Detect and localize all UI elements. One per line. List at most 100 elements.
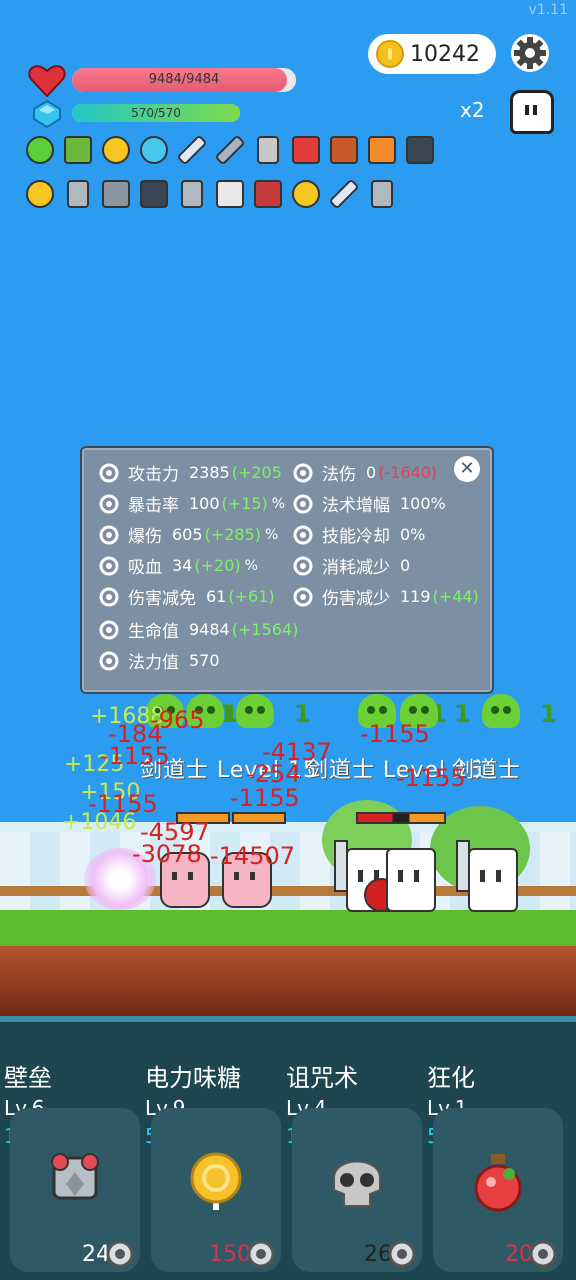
knight-enemy [386, 848, 436, 912]
damage-number: -1155 [360, 720, 430, 748]
crossed-swords-icon [99, 494, 119, 513]
gear-icon[interactable] [388, 1240, 416, 1268]
boot-icon[interactable] [290, 134, 322, 166]
sword-icon[interactable] [328, 178, 360, 210]
gear-icon[interactable] [247, 1240, 275, 1268]
stat-name: 技能冷却 [322, 527, 390, 547]
sword-icon[interactable] [176, 134, 208, 166]
stat-unit: % [264, 526, 279, 543]
gear-icon[interactable] [529, 1240, 557, 1268]
hp-text: 9484/9484 [148, 72, 220, 87]
damage-number: -254 [246, 760, 301, 788]
spellbook-icon[interactable] [138, 178, 170, 210]
gem-icon[interactable] [138, 134, 170, 166]
stat-name: 法力值 [128, 653, 179, 673]
settings-gear-icon[interactable] [510, 33, 550, 73]
coin-icon [376, 40, 404, 68]
skill-name: 电力味糖 [145, 1064, 241, 1092]
stat-value: 61 [206, 587, 227, 606]
hook-icon[interactable] [214, 178, 246, 210]
sun-icon[interactable] [290, 178, 322, 210]
stat-health: 生命值 9484 (+1564) [98, 617, 298, 642]
lightning-icon [293, 494, 313, 513]
skill-card-4[interactable]: 20 [433, 1108, 563, 1272]
stat-value: 570 [189, 651, 220, 670]
stat-name: 法伤 [322, 465, 356, 485]
skill-card-3[interactable]: 26 [292, 1108, 422, 1272]
stat-name: 暴击率 [128, 496, 179, 516]
vampire-skull-icon [99, 556, 119, 575]
stat-crit-rate: 暴击率 100 (+15)% [98, 491, 285, 516]
dagger-icon[interactable] [214, 134, 246, 166]
viking-helmet-icon[interactable] [100, 178, 132, 210]
spellbook-icon[interactable] [404, 134, 436, 166]
knight-enemy [468, 848, 518, 912]
shield-icon[interactable] [328, 134, 360, 166]
stat-damage-reduction: 伤害减少 119 (+44) [292, 584, 479, 609]
skill-name: 壁垒 [4, 1064, 52, 1092]
damage-number: -14507 [210, 842, 296, 870]
stat-magic-damage: 法伤 0 (-1640) [292, 460, 437, 485]
kill-count: 1 [540, 700, 557, 728]
stat-bonus: (-1640) [378, 463, 438, 482]
damage-number: -1155 [88, 790, 158, 818]
armor-icon[interactable] [252, 178, 284, 210]
gear-icon[interactable] [106, 1240, 134, 1268]
speed-multiplier[interactable]: x2 [460, 98, 485, 122]
axe-stat-icon [99, 463, 119, 482]
crystal-stat-icon [99, 651, 119, 670]
stat-value: 9484 [189, 620, 230, 639]
slime-icon[interactable] [24, 134, 56, 166]
skill-cost: 20 [505, 1242, 533, 1267]
stat-value: 100 [189, 494, 220, 513]
stat-bonus: (+285) [204, 525, 261, 544]
stat-mana: 法力值 570 [98, 648, 220, 673]
stat-value: 0 [366, 463, 377, 482]
hourglass-icon [293, 525, 313, 544]
axe-icon[interactable] [62, 178, 94, 210]
stat-crit-damage: 爆伤 605 (+285)% [98, 522, 278, 547]
damage-number: -3078 [132, 840, 202, 868]
skull-icon [333, 1160, 381, 1207]
axe-icon[interactable] [176, 178, 208, 210]
potion-icon [474, 1154, 522, 1212]
skill-cost: 24 [82, 1242, 110, 1267]
close-icon[interactable]: ✕ [454, 456, 480, 482]
stat-cost-reduction: 消耗减少 0 [292, 553, 410, 578]
stat-name: 消耗减少 [322, 558, 390, 578]
kill-count: 1 [454, 700, 471, 728]
sun-icon[interactable] [24, 178, 56, 210]
mana-text: 570/570 [131, 106, 181, 120]
mana-crystal-icon [33, 100, 61, 128]
kill-count: 1 [294, 700, 311, 728]
stat-value: 100% [400, 494, 446, 513]
skill-name: 狂化 [427, 1064, 475, 1092]
skill-card-2[interactable]: 150 [151, 1108, 281, 1272]
stat-unit: % [271, 495, 286, 512]
stat-value: 0% [400, 525, 426, 544]
stat-value: 0 [400, 556, 411, 575]
heart-icon [28, 65, 66, 98]
stat-bonus: (+1564) [231, 620, 299, 639]
armor-icon [51, 1153, 99, 1200]
torch-icon[interactable] [366, 134, 398, 166]
sun-icon[interactable] [100, 134, 132, 166]
skill-cost: 26 [364, 1242, 392, 1267]
stat-name: 伤害减免 [128, 589, 196, 609]
stat-name: 吸血 [128, 558, 162, 578]
skill-name: 诅咒术 [286, 1064, 358, 1092]
wand-icon [293, 556, 313, 575]
sprout-icon[interactable] [62, 134, 94, 166]
ghost-icon[interactable] [510, 90, 554, 134]
hammer-icon[interactable] [252, 134, 284, 166]
axe-icon[interactable] [366, 178, 398, 210]
stat-spell-amp: 法术增幅 100% [292, 491, 446, 516]
damage-number: -184 [108, 720, 163, 748]
sun-stat-icon [293, 463, 313, 482]
version-label: v1.11 [528, 2, 568, 18]
burst-icon [99, 525, 119, 544]
heart-stat-icon [99, 620, 119, 639]
stat-name: 法术增幅 [322, 496, 390, 516]
stat-bonus: (+15) [221, 494, 268, 513]
skill-card-1[interactable]: 24 [10, 1108, 140, 1272]
